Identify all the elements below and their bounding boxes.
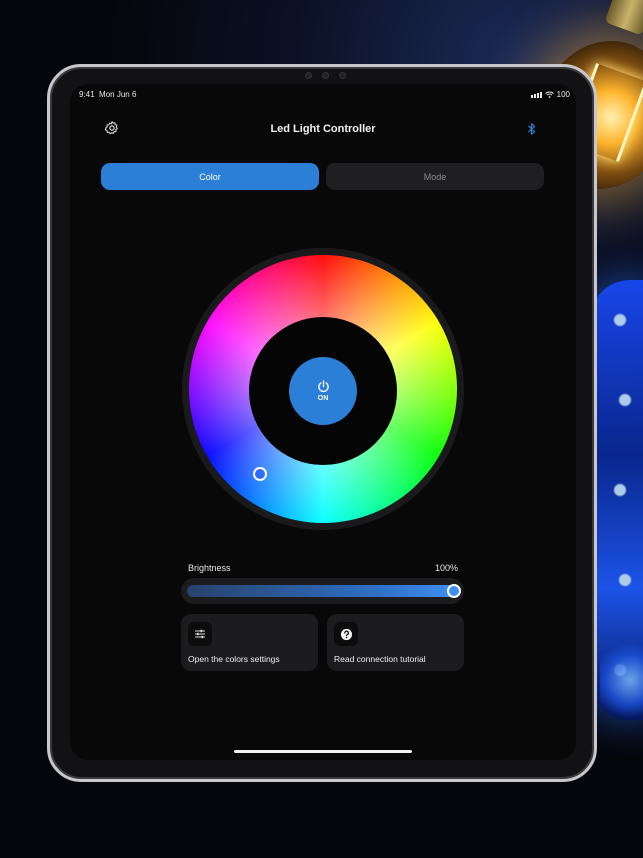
battery-level: 100: [556, 90, 570, 99]
connection-tutorial-label: Read connection tutorial: [334, 654, 426, 664]
brightness-slider-fill: [187, 585, 456, 597]
app-title: Led Light Controller: [270, 123, 376, 135]
power-icon: [317, 380, 329, 393]
brightness-slider-thumb[interactable]: [447, 584, 461, 598]
brightness-label: Brightness: [188, 563, 231, 573]
background-led-glow: [600, 640, 643, 720]
colors-settings-card[interactable]: Open the colors settings: [181, 614, 318, 671]
app-screen: 9:41 Mon Jun 6 100 Led Light Controller …: [70, 84, 576, 760]
status-time-value: 9:41: [79, 90, 95, 99]
tab-color[interactable]: Color: [101, 163, 319, 190]
status-indicators: 100: [530, 90, 570, 99]
color-picker-handle[interactable]: [253, 467, 267, 481]
bluetooth-icon[interactable]: [526, 122, 538, 136]
home-indicator[interactable]: [234, 750, 412, 753]
signal-icon: [530, 91, 542, 98]
brightness-slider[interactable]: [181, 578, 464, 604]
power-label: ON: [317, 395, 329, 402]
status-date: Mon Jun 6: [99, 90, 137, 99]
colors-settings-label: Open the colors settings: [188, 654, 280, 664]
connection-tutorial-card[interactable]: Read connection tutorial: [327, 614, 464, 671]
question-icon: [334, 622, 358, 646]
tab-mode[interactable]: Mode: [326, 163, 544, 190]
brightness-value: 100%: [434, 563, 458, 573]
wifi-icon: [544, 91, 554, 98]
power-button[interactable]: ON: [289, 357, 357, 425]
camera-bar: [285, 70, 365, 80]
status-time: 9:41 Mon Jun 6: [79, 90, 136, 99]
lightbulb-cap: [604, 0, 643, 36]
sliders-icon: [188, 622, 212, 646]
